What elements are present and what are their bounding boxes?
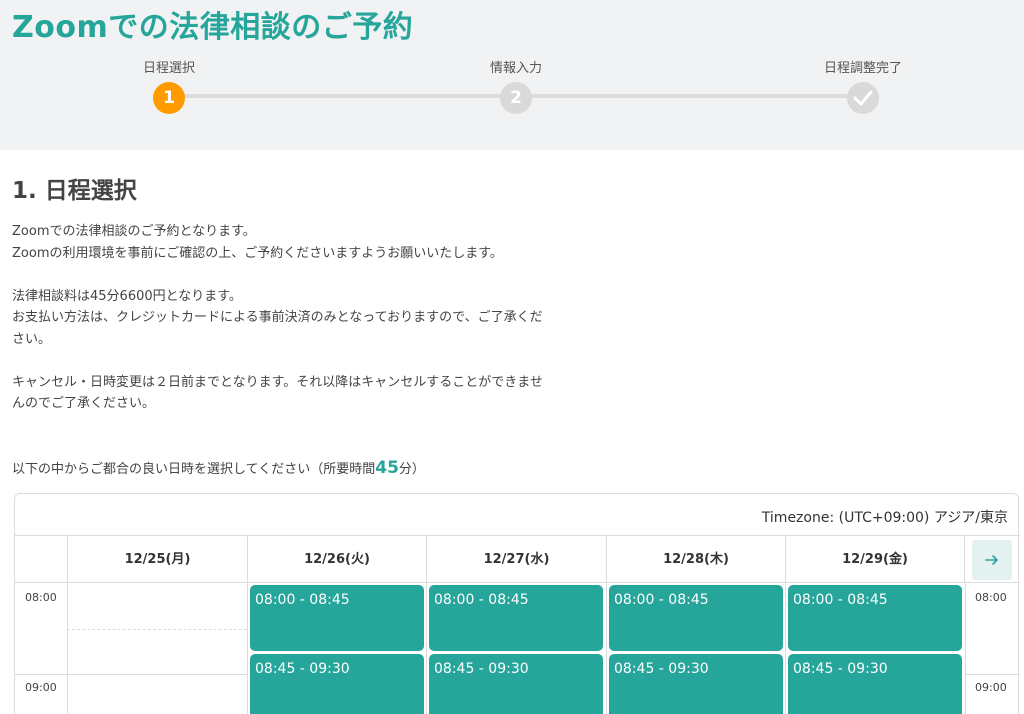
desc-line: 法律相談料は45分6600円となります。 xyxy=(12,288,242,304)
desc-line: キャンセル・日時変更は２日前までとなります。それ以降はキャンセルすることができま… xyxy=(12,374,543,390)
desc-line: お支払い方法は、クレジットカードによる事前決済のみとなっておりますので、ご了承く… xyxy=(12,310,543,325)
step-label: 情報入力 xyxy=(489,61,542,76)
step-schedule: 日程選択 1 xyxy=(99,60,239,114)
duration-prompt: 以下の中からご都合の良い日時を選択してください（所要時間45分） xyxy=(12,458,612,481)
prompt-text: 以下の中からご都合の良い日時を選択してください（所要時間 xyxy=(12,461,376,477)
day-header: 12/27(水) xyxy=(426,536,606,583)
time-slot-button[interactable]: 08:45 - 09:30 xyxy=(788,654,962,714)
time-slot-button[interactable]: 08:00 - 08:45 xyxy=(250,585,424,651)
next-week-button[interactable] xyxy=(972,540,1012,580)
step-number-circle: 1 xyxy=(153,82,185,114)
time-label: 09:00 xyxy=(975,681,1007,694)
time-slot-button[interactable]: 08:00 - 08:45 xyxy=(429,585,603,651)
time-slot-button[interactable]: 08:45 - 09:30 xyxy=(609,654,783,714)
time-slot-button[interactable]: 08:00 - 08:45 xyxy=(609,585,783,651)
check-icon xyxy=(853,90,873,106)
desc-line: さい。 xyxy=(12,331,52,347)
time-slot-button[interactable]: 08:00 - 08:45 xyxy=(788,585,962,651)
section-title: 1. 日程選択 xyxy=(12,178,137,204)
step-complete: 日程調整完了 xyxy=(793,60,933,114)
time-label: 08:00 xyxy=(25,591,57,604)
step-label: 日程調整完了 xyxy=(823,61,902,76)
time-slot-button[interactable]: 08:45 - 09:30 xyxy=(429,654,603,714)
schedule-calendar: Timezone: (UTC+09:00) アジア/東京 12/25(月) 12… xyxy=(14,493,1020,714)
calendar-body: 08:00 09:00 08:00 09:00 08:00 - 08:45 08… xyxy=(15,583,1020,714)
step-info: 情報入力 2 xyxy=(446,60,586,114)
step-number-circle: 2 xyxy=(500,82,532,114)
booking-description: Zoomでの法律相談のご予約となります。 Zoomの利用環境を事前にご確認の上、… xyxy=(12,221,612,480)
desc-line: Zoomでの法律相談のご予約となります。 xyxy=(12,224,256,239)
booking-stepper: 日程選択 1 情報入力 2 日程調整完了 xyxy=(0,0,1024,150)
timezone-label: Timezone: (UTC+09:00) アジア/東京 xyxy=(761,510,1008,526)
calendar-header-row: 12/25(月) 12/26(火) 12/27(水) 12/28(木) 12/2… xyxy=(15,535,1020,583)
time-slot-button[interactable]: 08:45 - 09:30 xyxy=(250,654,424,714)
step-check-circle xyxy=(847,82,879,114)
duration-value: 45 xyxy=(375,457,399,478)
desc-line: Zoomの利用環境を事前にご確認の上、ご予約くださいますようお願いいたします。 xyxy=(12,245,503,261)
arrow-right-icon xyxy=(985,555,998,565)
day-header: 12/25(月) xyxy=(67,536,247,583)
time-label: 08:00 xyxy=(975,591,1007,604)
prompt-unit: 分） xyxy=(398,461,425,477)
step-label: 日程選択 xyxy=(142,61,195,76)
day-header: 12/28(木) xyxy=(606,536,785,583)
day-header: 12/29(金) xyxy=(785,536,965,583)
desc-line: んのでご了承ください。 xyxy=(12,396,156,411)
day-header: 12/26(火) xyxy=(247,536,426,583)
time-label: 09:00 xyxy=(25,681,57,694)
